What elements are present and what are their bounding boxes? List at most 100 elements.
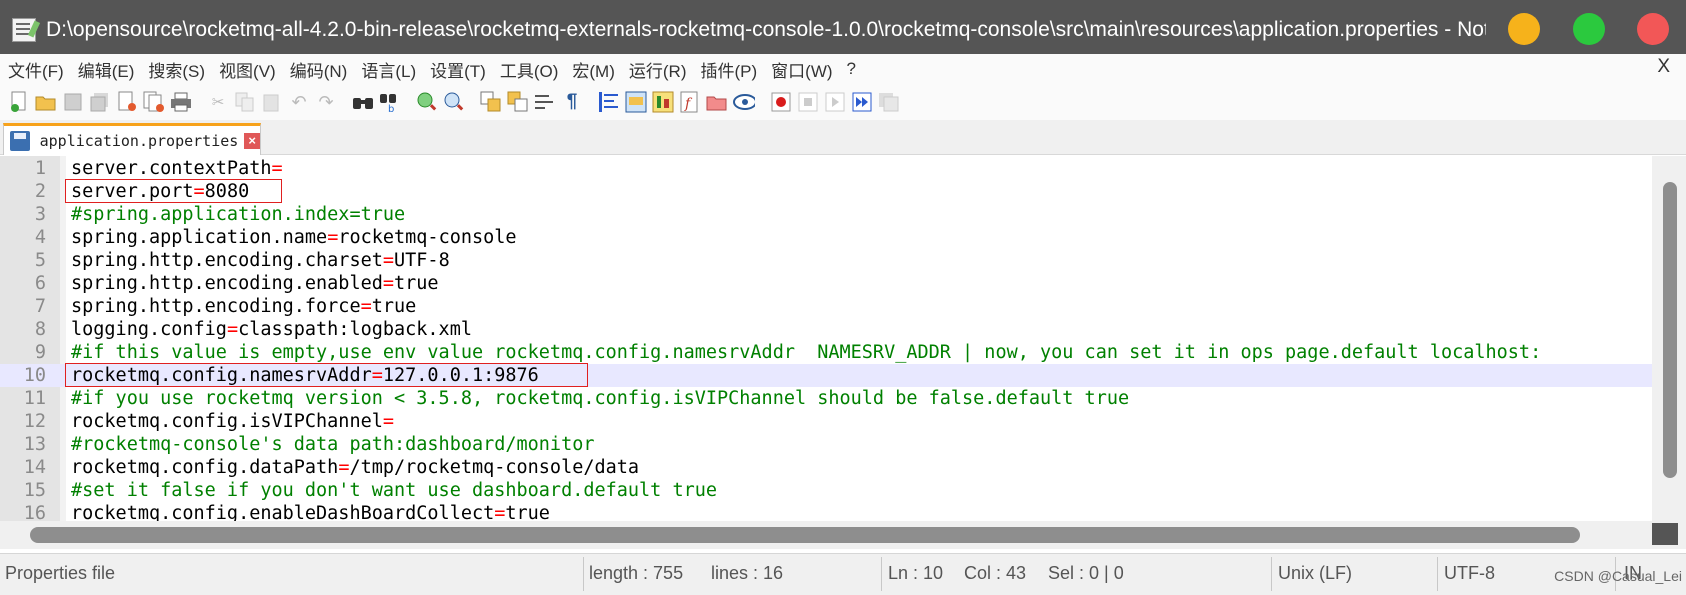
playback-icon[interactable]	[824, 91, 846, 113]
property-value: true	[394, 273, 439, 294]
close-tab-icon[interactable]: ×	[244, 132, 260, 149]
property-value: true	[371, 296, 417, 317]
save-icon[interactable]	[62, 91, 84, 113]
line-number: 11	[23, 388, 46, 409]
redo-icon[interactable]: ↷	[315, 91, 337, 113]
property-key: server.contextPath	[71, 158, 272, 179]
find-icon[interactable]	[352, 91, 374, 113]
property-value: 8080	[204, 181, 250, 202]
saved-file-icon	[10, 130, 30, 151]
menu-settings[interactable]: 设置(T)	[423, 57, 493, 82]
line-number: 6	[34, 273, 46, 294]
minimize-button[interactable]	[1508, 13, 1540, 45]
code-line[interactable]: 13 #rocketmq-console's data path:dashboar…	[0, 433, 1652, 456]
code-line[interactable]: 7 spring.http.encoding.force=true	[0, 295, 1652, 318]
code-line[interactable]: 4 spring.application.name=rocketmq-consol…	[0, 226, 1652, 249]
equals-operator: =	[193, 181, 205, 202]
line-number: 12	[23, 411, 46, 432]
menu-help[interactable]: ?	[840, 59, 863, 79]
undo-icon[interactable]: ↶	[288, 91, 310, 113]
menu-macro[interactable]: 宏(M)	[565, 57, 621, 82]
code-line[interactable]: 9 #if this value is empty,use env value r…	[0, 341, 1652, 364]
close-all-icon[interactable]	[143, 91, 165, 113]
code-text: #spring.application.index=true	[71, 203, 405, 226]
editor[interactable]: 1 server.contextPath= 2 server.port=8080 3 #s…	[0, 156, 1686, 524]
zoom-in-icon[interactable]	[416, 91, 438, 113]
code-text: rocketmq.config.namesrvAddr=127.0.0.1:98…	[71, 364, 539, 387]
close-document-button[interactable]: X	[1657, 56, 1670, 78]
vertical-scroll-thumb[interactable]	[1663, 182, 1677, 478]
save-macro-icon[interactable]	[878, 91, 900, 113]
document-map-icon[interactable]	[652, 91, 674, 113]
title-bar: D:\opensource\rocketmq-all-4.2.0-bin-rel…	[0, 0, 1686, 60]
menu-plugins[interactable]: 插件(P)	[693, 57, 764, 82]
sync-vertical-icon[interactable]	[480, 91, 502, 113]
menu-edit[interactable]: 编辑(E)	[71, 57, 142, 82]
code-line[interactable]: 15 #set it false if you don't want use da…	[0, 479, 1652, 502]
horizontal-scrollbar[interactable]	[0, 521, 1652, 549]
line-number: 5	[34, 250, 46, 271]
horizontal-scroll-thumb[interactable]	[30, 527, 1580, 543]
copy-icon[interactable]	[234, 91, 256, 113]
save-all-icon[interactable]	[89, 91, 111, 113]
close-window-button[interactable]	[1637, 13, 1669, 45]
paste-icon[interactable]	[261, 91, 283, 113]
property-value: UTF-8	[394, 250, 450, 271]
menu-search[interactable]: 搜索(S)	[141, 57, 212, 82]
code-line[interactable]: 8 logging.config=classpath:logback.xml	[0, 318, 1652, 341]
line-number: 8	[34, 319, 46, 340]
status-col: Col : 43	[964, 563, 1027, 583]
tab-application-properties[interactable]: application.properties ×	[3, 123, 261, 155]
record-macro-icon[interactable]	[770, 91, 792, 113]
code-text: spring.http.encoding.charset=UTF-8	[71, 249, 450, 272]
print-icon[interactable]	[170, 91, 192, 113]
status-lines: lines : 16	[711, 563, 784, 583]
line-number: 3	[34, 204, 46, 225]
user-language-icon[interactable]	[625, 91, 647, 113]
cut-icon[interactable]: ✂	[207, 91, 229, 113]
code-line[interactable]: 10 rocketmq.config.namesrvAddr=127.0.0.1:…	[0, 364, 1652, 387]
menu-run[interactable]: 运行(R)	[622, 57, 694, 82]
code-line[interactable]: 3 #spring.application.index=true	[0, 203, 1652, 226]
menu-tools[interactable]: 工具(O)	[493, 57, 566, 82]
new-file-icon[interactable]	[8, 91, 30, 113]
menu-view[interactable]: 视图(V)	[212, 57, 283, 82]
code-line[interactable]: 6 spring.http.encoding.enabled=true	[0, 272, 1652, 295]
show-all-chars-icon[interactable]: ¶	[561, 91, 583, 113]
code-line[interactable]: 5 spring.http.encoding.charset=UTF-8	[0, 249, 1652, 272]
code-line[interactable]: 11 #if you use rocketmq version < 3.5.8, …	[0, 387, 1652, 410]
zoom-out-icon[interactable]	[443, 91, 465, 113]
indent-guide-icon[interactable]	[598, 91, 620, 113]
replace-icon[interactable]: b	[379, 91, 401, 113]
folder-workspace-icon[interactable]	[706, 91, 728, 113]
vertical-scrollbar[interactable]	[1652, 156, 1686, 521]
close-icon[interactable]	[116, 91, 138, 113]
menu-encoding[interactable]: 编码(N)	[283, 57, 355, 82]
code-text: server.contextPath=	[71, 157, 283, 180]
code-text: spring.http.encoding.enabled=true	[71, 272, 439, 295]
open-file-icon[interactable]	[35, 91, 57, 113]
status-encoding[interactable]: UTF-8	[1444, 563, 1495, 584]
monitoring-icon[interactable]	[733, 91, 755, 113]
menu-file[interactable]: 文件(F)	[0, 57, 71, 82]
stop-record-icon[interactable]	[797, 91, 819, 113]
tab-bar: application.properties ×	[0, 120, 1686, 155]
code-text: #rocketmq-console's data path:dashboard/…	[71, 433, 594, 456]
function-list-icon[interactable]: f	[679, 91, 701, 113]
menu-language[interactable]: 语言(L)	[354, 57, 423, 82]
code-line[interactable]: 14 rocketmq.config.dataPath=/tmp/rocketmq…	[0, 456, 1652, 479]
code-line[interactable]: 2 server.port=8080	[0, 180, 1652, 203]
maximize-button[interactable]	[1573, 13, 1605, 45]
property-key: server.port	[71, 181, 194, 202]
line-number: 9	[34, 342, 46, 363]
window-title: D:\opensource\rocketmq-all-4.2.0-bin-rel…	[46, 18, 1486, 41]
menu-window[interactable]: 窗口(W)	[764, 57, 839, 82]
run-macro-multiple-icon[interactable]	[851, 91, 873, 113]
line-number: 1	[34, 158, 46, 179]
sync-horizontal-icon[interactable]	[507, 91, 529, 113]
code-line[interactable]: 12 rocketmq.config.isVIPChannel=	[0, 410, 1652, 433]
code-line[interactable]: 1 server.contextPath=	[0, 157, 1652, 180]
word-wrap-icon[interactable]	[534, 91, 556, 113]
code-text: server.port=8080	[71, 180, 249, 203]
status-eol[interactable]: Unix (LF)	[1278, 563, 1352, 584]
